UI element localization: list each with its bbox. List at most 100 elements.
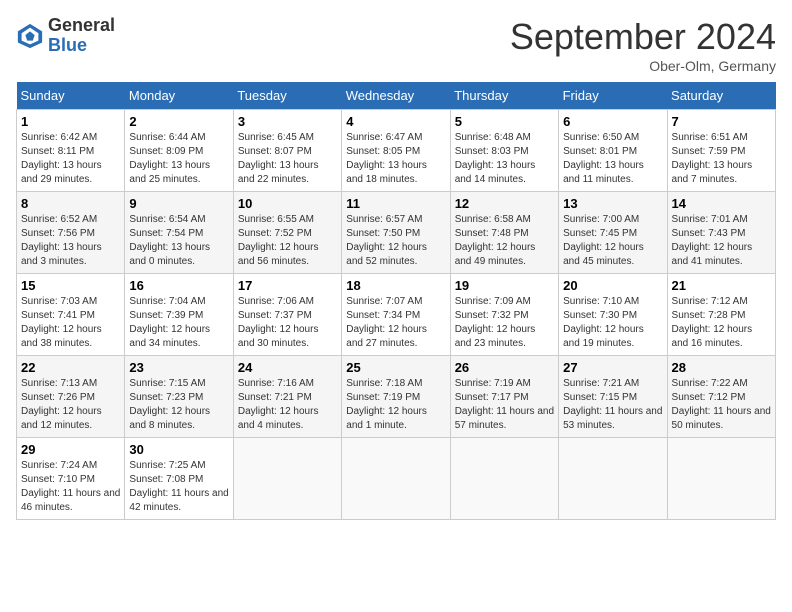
cell-w2-d3: 18 Sunrise: 7:07 AMSunset: 7:34 PMDayligh… <box>342 274 450 356</box>
day-info-10: Sunrise: 6:55 AMSunset: 7:52 PMDaylight:… <box>238 213 337 269</box>
cell-w4-d5 <box>559 438 667 520</box>
day-info-3: Sunrise: 6:45 AMSunset: 8:07 PMDaylight:… <box>238 131 337 187</box>
day-number-7: 7 <box>672 114 771 129</box>
day-info-2: Sunrise: 6:44 AMSunset: 8:09 PMDaylight:… <box>129 131 228 187</box>
cell-w2-d6: 21Sunrise: 7:12 AMSunset: 7:28 PMDayligh… <box>667 274 775 356</box>
day-number-15: 15 <box>21 278 120 293</box>
day-number-16: 16 <box>129 278 228 293</box>
day-info-14: Sunrise: 7:01 AMSunset: 7:43 PMDaylight:… <box>672 213 771 269</box>
day-number-14: 14 <box>672 196 771 211</box>
location: Ober-Olm, Germany <box>510 58 776 74</box>
day-number-18: 18 <box>346 278 445 293</box>
day-number-25: 25 <box>346 360 445 375</box>
cell-w0-d5: 6 Sunrise: 6:50 AMSunset: 8:01 PMDaylight… <box>559 110 667 192</box>
col-thursday: Thursday <box>450 82 558 110</box>
day-info-13: Sunrise: 7:00 AMSunset: 7:45 PMDaylight:… <box>563 213 662 269</box>
cell-w0-d6: 7 Sunrise: 6:51 AMSunset: 7:59 PMDaylight… <box>667 110 775 192</box>
cell-w0-d0: 1Sunrise: 6:42 AMSunset: 8:11 PMDaylight… <box>17 110 125 192</box>
day-number-8: 8 <box>21 196 120 211</box>
logo-blue-text: Blue <box>48 36 115 56</box>
cell-w4-d2 <box>233 438 341 520</box>
logo-text: General Blue <box>48 16 115 56</box>
day-number-26: 26 <box>455 360 554 375</box>
cell-w0-d3: 4 Sunrise: 6:47 AMSunset: 8:05 PMDaylight… <box>342 110 450 192</box>
day-info-9: Sunrise: 6:54 AMSunset: 7:54 PMDaylight:… <box>129 213 228 269</box>
day-number-22: 22 <box>21 360 120 375</box>
logo: General Blue <box>16 16 115 56</box>
day-number-3: 3 <box>238 114 337 129</box>
col-saturday: Saturday <box>667 82 775 110</box>
cell-w4-d3 <box>342 438 450 520</box>
cell-w0-d1: 2Sunrise: 6:44 AMSunset: 8:09 PMDaylight… <box>125 110 233 192</box>
day-number-23: 23 <box>129 360 228 375</box>
day-info-6: Sunrise: 6:50 AMSunset: 8:01 PMDaylight:… <box>563 131 662 187</box>
day-info-20: Sunrise: 7:10 AMSunset: 7:30 PMDaylight:… <box>563 295 662 351</box>
day-info-16: Sunrise: 7:04 AMSunset: 7:39 PMDaylight:… <box>129 295 228 351</box>
cell-w3-d0: 22 Sunrise: 7:13 AMSunset: 7:26 PMDayligh… <box>17 356 125 438</box>
cell-w4-d4 <box>450 438 558 520</box>
day-info-22: Sunrise: 7:13 AMSunset: 7:26 PMDaylight:… <box>21 377 120 433</box>
col-wednesday: Wednesday <box>342 82 450 110</box>
calendar: Sunday Monday Tuesday Wednesday Thursday… <box>16 82 776 520</box>
cell-w4-d1: 30Sunrise: 7:25 AMSunset: 7:08 PMDayligh… <box>125 438 233 520</box>
cell-w1-d3: 11Sunrise: 6:57 AMSunset: 7:50 PMDayligh… <box>342 192 450 274</box>
week-row-1: 8Sunrise: 6:52 AMSunset: 7:56 PMDaylight… <box>17 192 776 274</box>
day-info-12: Sunrise: 6:58 AMSunset: 7:48 PMDaylight:… <box>455 213 554 269</box>
week-row-3: 22 Sunrise: 7:13 AMSunset: 7:26 PMDayligh… <box>17 356 776 438</box>
col-friday: Friday <box>559 82 667 110</box>
day-number-6: 6 <box>563 114 662 129</box>
day-info-1: Sunrise: 6:42 AMSunset: 8:11 PMDaylight:… <box>21 131 120 187</box>
title-area: September 2024 Ober-Olm, Germany <box>510 16 776 74</box>
logo-general-text: General <box>48 16 115 36</box>
cell-w2-d4: 19Sunrise: 7:09 AMSunset: 7:32 PMDayligh… <box>450 274 558 356</box>
day-info-26: Sunrise: 7:19 AMSunset: 7:17 PMDaylight:… <box>455 377 554 433</box>
day-number-13: 13 <box>563 196 662 211</box>
cell-w1-d5: 13 Sunrise: 7:00 AMSunset: 7:45 PMDayligh… <box>559 192 667 274</box>
day-number-4: 4 <box>346 114 445 129</box>
header-row: Sunday Monday Tuesday Wednesday Thursday… <box>17 82 776 110</box>
day-info-18: Sunrise: 7:07 AMSunset: 7:34 PMDaylight:… <box>346 295 445 351</box>
cell-w1-d6: 14 Sunrise: 7:01 AMSunset: 7:43 PMDayligh… <box>667 192 775 274</box>
cell-w3-d3: 25 Sunrise: 7:18 AMSunset: 7:19 PMDayligh… <box>342 356 450 438</box>
col-sunday: Sunday <box>17 82 125 110</box>
calendar-header: Sunday Monday Tuesday Wednesday Thursday… <box>17 82 776 110</box>
day-info-25: Sunrise: 7:18 AMSunset: 7:19 PMDaylight:… <box>346 377 445 433</box>
day-number-28: 28 <box>672 360 771 375</box>
week-row-0: 1Sunrise: 6:42 AMSunset: 8:11 PMDaylight… <box>17 110 776 192</box>
cell-w3-d6: 28 Sunrise: 7:22 AMSunset: 7:12 PMDayligh… <box>667 356 775 438</box>
day-number-9: 9 <box>129 196 228 211</box>
cell-w2-d2: 17Sunrise: 7:06 AMSunset: 7:37 PMDayligh… <box>233 274 341 356</box>
cell-w4-d0: 29Sunrise: 7:24 AMSunset: 7:10 PMDayligh… <box>17 438 125 520</box>
day-number-27: 27 <box>563 360 662 375</box>
week-row-4: 29Sunrise: 7:24 AMSunset: 7:10 PMDayligh… <box>17 438 776 520</box>
day-info-5: Sunrise: 6:48 AMSunset: 8:03 PMDaylight:… <box>455 131 554 187</box>
day-info-4: Sunrise: 6:47 AMSunset: 8:05 PMDaylight:… <box>346 131 445 187</box>
cell-w1-d1: 9 Sunrise: 6:54 AMSunset: 7:54 PMDaylight… <box>125 192 233 274</box>
cell-w0-d4: 5 Sunrise: 6:48 AMSunset: 8:03 PMDaylight… <box>450 110 558 192</box>
cell-w4-d6 <box>667 438 775 520</box>
day-number-29: 29 <box>21 442 120 457</box>
cell-w3-d1: 23 Sunrise: 7:15 AMSunset: 7:23 PMDayligh… <box>125 356 233 438</box>
day-info-23: Sunrise: 7:15 AMSunset: 7:23 PMDaylight:… <box>129 377 228 433</box>
cell-w2-d0: 15 Sunrise: 7:03 AMSunset: 7:41 PMDayligh… <box>17 274 125 356</box>
cell-w1-d0: 8Sunrise: 6:52 AMSunset: 7:56 PMDaylight… <box>17 192 125 274</box>
day-info-15: Sunrise: 7:03 AMSunset: 7:41 PMDaylight:… <box>21 295 120 351</box>
day-number-17: 17 <box>238 278 337 293</box>
day-info-30: Sunrise: 7:25 AMSunset: 7:08 PMDaylight:… <box>129 459 228 515</box>
week-row-2: 15 Sunrise: 7:03 AMSunset: 7:41 PMDayligh… <box>17 274 776 356</box>
day-number-10: 10 <box>238 196 337 211</box>
day-info-28: Sunrise: 7:22 AMSunset: 7:12 PMDaylight:… <box>672 377 771 433</box>
cell-w3-d5: 27Sunrise: 7:21 AMSunset: 7:15 PMDayligh… <box>559 356 667 438</box>
day-number-5: 5 <box>455 114 554 129</box>
day-info-19: Sunrise: 7:09 AMSunset: 7:32 PMDaylight:… <box>455 295 554 351</box>
col-monday: Monday <box>125 82 233 110</box>
day-number-20: 20 <box>563 278 662 293</box>
day-number-24: 24 <box>238 360 337 375</box>
month-title: September 2024 <box>510 16 776 58</box>
col-tuesday: Tuesday <box>233 82 341 110</box>
day-info-21: Sunrise: 7:12 AMSunset: 7:28 PMDaylight:… <box>672 295 771 351</box>
day-info-7: Sunrise: 6:51 AMSunset: 7:59 PMDaylight:… <box>672 131 771 187</box>
day-number-11: 11 <box>346 196 445 211</box>
cell-w1-d2: 10 Sunrise: 6:55 AMSunset: 7:52 PMDayligh… <box>233 192 341 274</box>
logo-icon <box>16 22 44 50</box>
